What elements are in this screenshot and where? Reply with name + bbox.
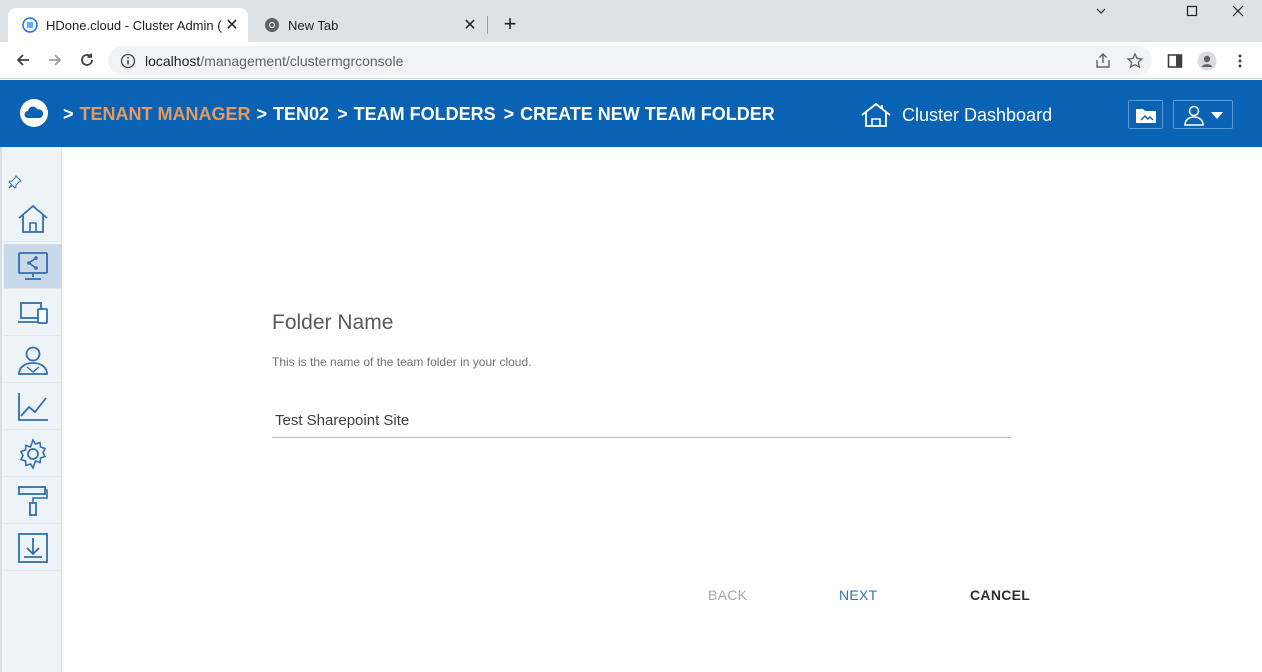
download-icon [18, 533, 48, 563]
maximize-button[interactable] [1177, 4, 1207, 26]
sidebar-item-devices[interactable] [4, 291, 62, 336]
breadcrumb-separator: > [337, 104, 348, 124]
breadcrumb-team-folders: TEAM FOLDERS [353, 104, 496, 124]
minimize-button[interactable] [1086, 4, 1116, 26]
site-info-icon[interactable] [120, 53, 136, 69]
next-button[interactable]: NEXT [839, 587, 878, 603]
cancel-button[interactable]: CANCEL [970, 587, 1030, 603]
sidebar-item-users[interactable] [4, 338, 62, 383]
tab-title: HDone.cloud - Cluster Admin (jm [46, 17, 222, 33]
chart-icon [18, 393, 48, 421]
url-host: localhost [145, 52, 201, 69]
bookmark-star-icon[interactable] [1126, 52, 1144, 70]
browser-toolbar: localhost/management/clustermgrconsole [0, 42, 1262, 79]
tab-title: New Tab [288, 17, 339, 33]
settings-icon [19, 438, 47, 470]
user-menu-button[interactable] [1173, 100, 1233, 129]
home-icon [18, 204, 48, 233]
app-favicon-icon [22, 17, 38, 33]
sidebar-item-branding[interactable] [4, 479, 62, 524]
browser-tab-bar: HDone.cloud - Cluster Admin (jm ✕ New Ta… [0, 0, 1262, 42]
breadcrumb-tenant-manager[interactable]: TENANT MANAGER [80, 104, 251, 124]
cluster-dashboard-label: Cluster Dashboard [902, 104, 1053, 125]
breadcrumb: > TENANT MANAGER > TEN02 > TEAM FOLDERS > CREAT… [63, 104, 783, 125]
devices-icon [18, 302, 48, 324]
browser-tab-new[interactable]: New Tab ✕ [250, 8, 486, 42]
breadcrumb-separator: > [256, 104, 268, 124]
url-path: /management/clustermgrconsole [200, 52, 404, 69]
side-panel-icon[interactable] [1166, 52, 1184, 70]
forward-nav-icon[interactable] [43, 48, 67, 72]
breadcrumb-tenant: TEN02 [273, 104, 330, 124]
share-icon[interactable] [1094, 52, 1112, 70]
chevron-down-icon [1211, 111, 1223, 119]
address-bar[interactable]: localhost/management/clustermgrconsole [108, 46, 1152, 75]
app-header: > TENANT MANAGER > TEN02 > TEAM FOLDERS > CREAT… [0, 80, 1262, 147]
browser-tab-active[interactable]: HDone.cloud - Cluster Admin (jm ✕ [8, 8, 248, 42]
chrome-icon [264, 17, 280, 33]
tab-divider [487, 16, 488, 34]
folder-name-description: This is the name of the team folder in y… [272, 355, 532, 369]
user-icon [1184, 105, 1204, 126]
cluster-home-icon [861, 102, 891, 127]
sidebar-item-downloads[interactable] [4, 526, 62, 571]
users-icon [18, 346, 48, 375]
folder-button[interactable] [1128, 100, 1163, 129]
folder-icon [1135, 108, 1156, 123]
app-logo[interactable] [20, 99, 48, 127]
back-button[interactable]: BACK [708, 587, 747, 603]
close-tab-icon[interactable]: ✕ [460, 15, 480, 35]
profile-avatar-icon[interactable] [1197, 51, 1217, 71]
sidebar-item-reports[interactable] [4, 385, 62, 430]
shared-folder-icon [18, 252, 48, 280]
main-content: Folder Name This is the name of the team… [62, 147, 1262, 672]
folder-name-input[interactable] [272, 404, 1011, 438]
reload-icon[interactable] [75, 48, 99, 72]
breadcrumb-separator: > [63, 104, 74, 124]
new-tab-button[interactable]: + [498, 12, 522, 36]
paint-roller-icon [18, 486, 48, 516]
sidebar-item-home[interactable] [4, 197, 62, 242]
more-menu-icon[interactable] [1231, 52, 1249, 70]
url-text: localhost/management/clustermgrconsole [145, 53, 403, 69]
breadcrumb-separator: > [503, 104, 515, 124]
breadcrumb-current-page: CREATE NEW TEAM FOLDER [520, 104, 775, 124]
sidebar [0, 147, 62, 672]
back-nav-icon[interactable] [11, 48, 35, 72]
sidebar-item-team-folders[interactable] [4, 244, 62, 289]
cluster-dashboard-link[interactable]: Cluster Dashboard [860, 102, 1052, 128]
close-window-button[interactable] [1223, 4, 1253, 26]
sidebar-item-settings[interactable] [4, 432, 62, 477]
close-tab-icon[interactable]: ✕ [222, 15, 242, 35]
pin-icon[interactable] [8, 175, 22, 194]
folder-name-heading: Folder Name [272, 311, 394, 334]
